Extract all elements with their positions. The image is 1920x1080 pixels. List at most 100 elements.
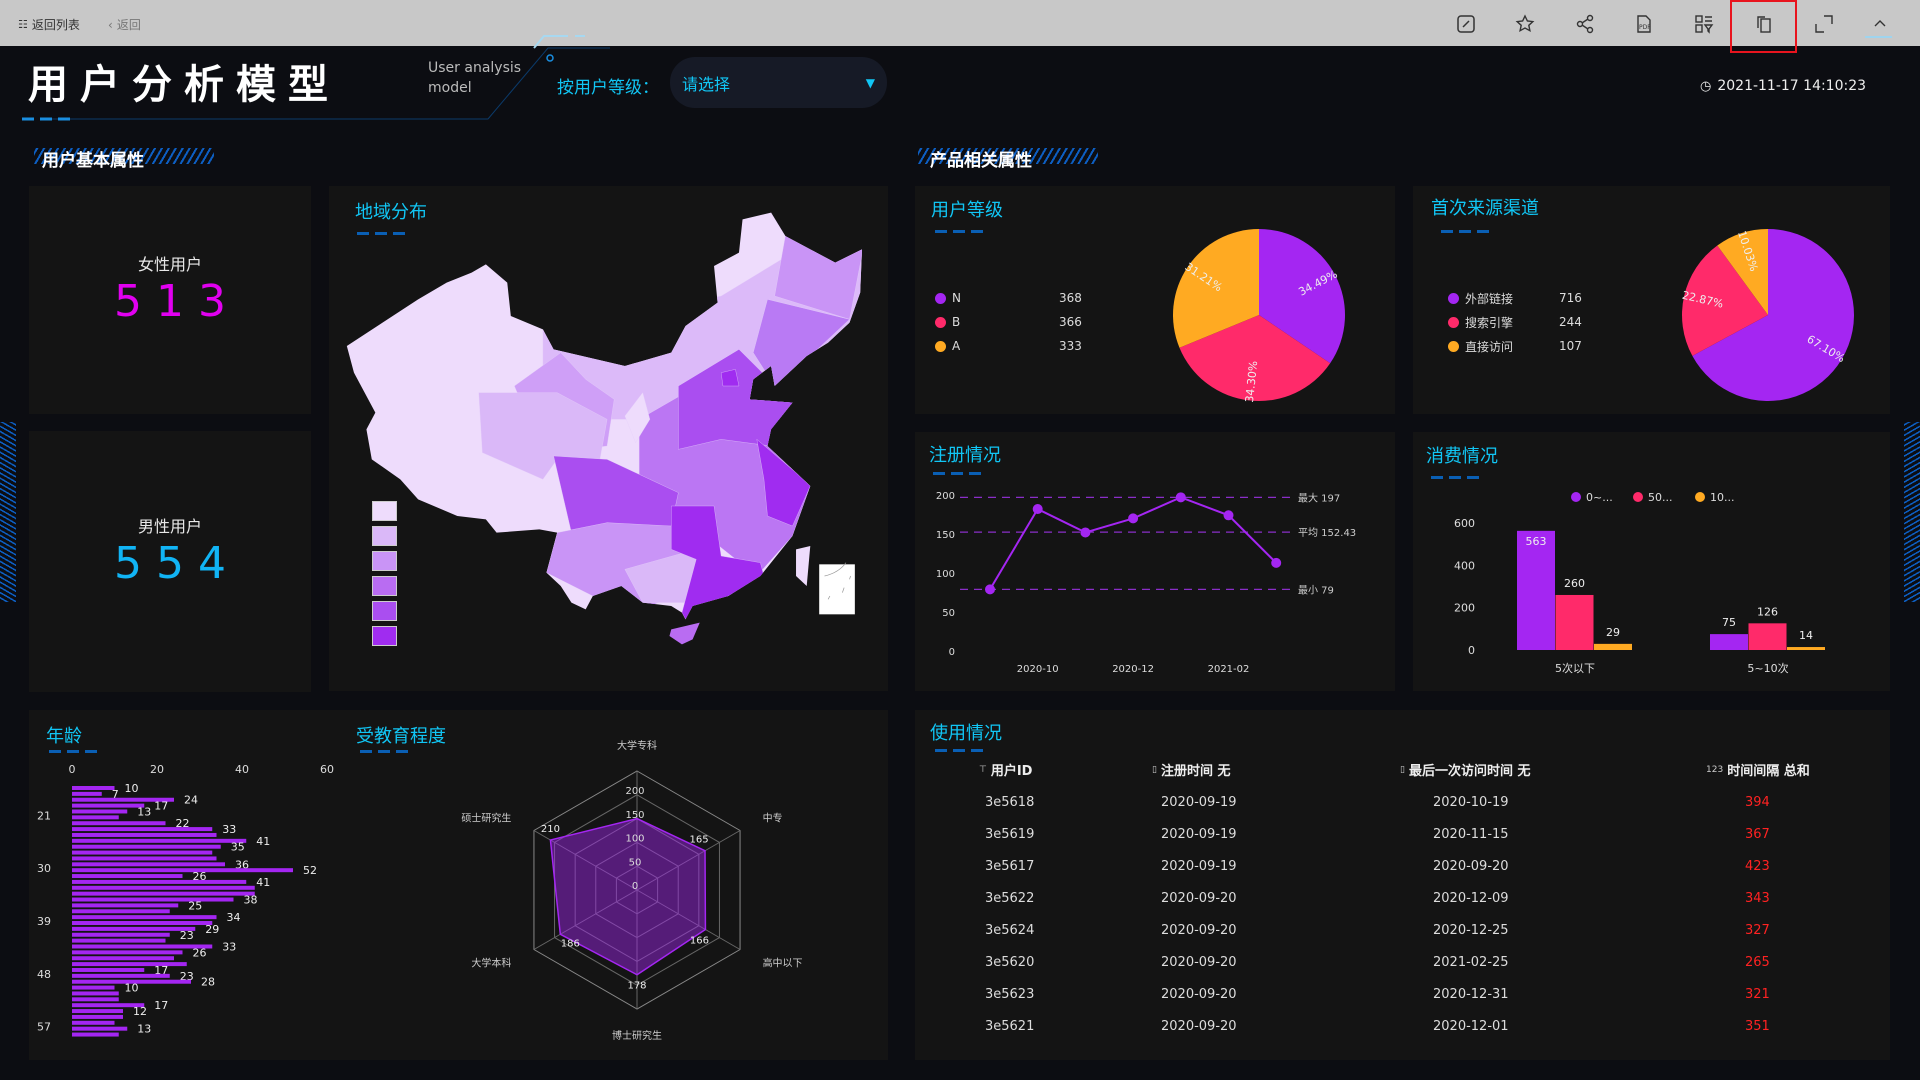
- number-icon: 123: [1706, 764, 1724, 775]
- user-level-dropdown[interactable]: 请选择 ▼: [670, 57, 887, 108]
- china-map[interactable]: [329, 186, 888, 686]
- radar-axis-label: 高中以下: [763, 957, 803, 970]
- map-legend-swatch[interactable]: [372, 501, 397, 521]
- map-legend-swatch[interactable]: [372, 576, 397, 596]
- source-channel-panel: 首次来源渠道 外部链接 716 搜索引擎 244 直接访问 107 67.10% 22.87…: [1413, 186, 1890, 414]
- table-cell: 2020-09-19: [1161, 859, 1237, 874]
- subtitle-line1: User analysis: [428, 60, 522, 76]
- markline-label: 平均 152.43: [1298, 527, 1356, 539]
- table-cell: 2020-09-19: [1161, 795, 1237, 810]
- radar-axis-label: 大学本科: [471, 957, 511, 970]
- line-point: [1175, 492, 1186, 503]
- table-row[interactable]: 3e5623 2020-09-20 2020-12-31 321: [915, 987, 1890, 1007]
- map-visual-legend[interactable]: [372, 501, 397, 651]
- table-row[interactable]: 3e5617 2020-09-19 2020-09-20 423: [915, 859, 1890, 879]
- map-region-hainan: [669, 622, 700, 645]
- registration-line-chart[interactable]: 0 50 100 150 200 最大 197 平均 152.43 最小 79 2020-10 2…: [915, 432, 1395, 691]
- table-row[interactable]: 3e5624 2020-09-20 2020-12-25 327: [915, 923, 1890, 943]
- column-header-label: 时间间隔 总和: [1727, 764, 1810, 779]
- table-cell: 367: [1745, 827, 1770, 842]
- region-map-panel: 地域分布: [329, 186, 888, 691]
- column-header-3[interactable]: 123 时间间隔 总和: [1706, 760, 1810, 779]
- y-tick-label: 0: [949, 647, 955, 658]
- bar-value-label: 29: [1606, 626, 1620, 639]
- x-tick-label: 2020-10: [1017, 664, 1059, 675]
- y-tick-label: 400: [1454, 559, 1475, 572]
- legend-dot: [1695, 492, 1705, 502]
- page-title: 用户分析模型: [28, 62, 340, 108]
- y-tick-label: 200: [1454, 602, 1475, 615]
- bar-value-label: 14: [1799, 629, 1813, 642]
- table-cell: 2020-09-20: [1161, 923, 1237, 938]
- table-row[interactable]: 3e5621 2020-09-20 2020-12-01 351: [915, 1019, 1890, 1039]
- line-point: [1032, 504, 1043, 515]
- table-cell: 2020-09-20: [1161, 1019, 1237, 1034]
- table-cell: 2020-09-20: [1161, 891, 1237, 906]
- table-cell: 265: [1745, 955, 1770, 970]
- bar: [1594, 643, 1632, 650]
- map-legend-swatch[interactable]: [372, 601, 397, 621]
- table-cell: 3e5621: [985, 1019, 1035, 1034]
- x-tick-label: 2020-12: [1112, 664, 1154, 675]
- line-point: [985, 584, 995, 595]
- radar-value-label: 210: [541, 824, 560, 835]
- table-cell: 2021-02-25: [1433, 955, 1509, 970]
- left-edge-decoration: [0, 422, 16, 602]
- radar-axis-label: 硕士研究生: [461, 812, 511, 825]
- map-legend-swatch[interactable]: [372, 526, 397, 546]
- usage-table[interactable]: ⊤ 用户ID ▯ 注册时间 无 ▯ 最后一次访问时间 无 123 时间间隔 总和 3e5618 2…: [915, 710, 1890, 1040]
- radar-value-label: 186: [561, 938, 580, 949]
- y-tick-label: 600: [1454, 517, 1475, 530]
- table-row[interactable]: 3e5622 2020-09-20 2020-12-09 343: [915, 891, 1890, 911]
- table-row[interactable]: 3e5618 2020-09-19 2020-10-19 394: [915, 795, 1890, 815]
- table-cell: 3e5620: [985, 955, 1035, 970]
- bar-value-label: 126: [1757, 605, 1778, 618]
- datetime-text: 2021-11-17 14:10:23: [1717, 78, 1867, 94]
- bar: [1787, 647, 1825, 650]
- radar-ring-label: 0: [632, 881, 638, 892]
- line-series: [989, 496, 1277, 590]
- bar-value-label: 75: [1722, 616, 1736, 629]
- y-tick-label: 150: [936, 530, 955, 541]
- column-header-label: 注册时间 无: [1160, 764, 1231, 779]
- table-row[interactable]: 3e5620 2020-09-20 2021-02-25 265: [915, 955, 1890, 975]
- calendar-icon: ▯: [1400, 764, 1405, 775]
- caret-down-icon: ▼: [865, 75, 875, 90]
- education-radar-chart[interactable]: 大学专科中专高中以下博士研究生 大学本科 硕士研究生 0 50 100 150 200 165 1…: [29, 710, 888, 1060]
- legend-dot: [1633, 492, 1643, 502]
- bar: [1748, 623, 1787, 650]
- table-cell: 2020-12-31: [1433, 987, 1509, 1002]
- table-cell: 3e5617: [985, 859, 1035, 874]
- female-users-value: 513: [114, 276, 240, 327]
- legend-label: 10...: [1710, 491, 1735, 504]
- consumption-panel: 消费情况 0 200 400 600 0~... 563 75 50... 260 126 10..…: [1413, 432, 1890, 691]
- column-header-0[interactable]: ⊤ 用户ID: [979, 760, 1032, 779]
- table-cell: 3e5624: [985, 923, 1035, 938]
- table-cell: 2020-09-19: [1161, 827, 1237, 842]
- table-cell: 2020-10-19: [1433, 795, 1509, 810]
- map-legend-swatch[interactable]: [372, 551, 397, 571]
- table-cell: 2020-09-20: [1161, 955, 1237, 970]
- map-legend-swatch[interactable]: [372, 626, 397, 646]
- filter-label: 按用户等级：: [557, 78, 659, 98]
- usage-panel: 使用情况 ⊤ 用户ID ▯ 注册时间 无 ▯ 最后一次访问时间 无 123 时间间隔 总和 3e…: [915, 710, 1890, 1060]
- bar-value-label: 260: [1564, 577, 1585, 590]
- table-cell: 327: [1745, 923, 1770, 938]
- table-cell: 423: [1745, 859, 1770, 874]
- male-users-card: 男性用户 554: [29, 431, 311, 692]
- radar-value-label: 165: [689, 835, 708, 846]
- column-header-2[interactable]: ▯ 最后一次访问时间 无: [1400, 760, 1530, 779]
- source-channel-pie[interactable]: 67.10%22.87%10.03%: [1413, 186, 1890, 414]
- subtitle-line2: model: [428, 80, 472, 96]
- legend-label: 50...: [1648, 491, 1673, 504]
- table-cell: 351: [1745, 1019, 1770, 1034]
- table-cell: 2020-09-20: [1433, 859, 1509, 874]
- column-header-1[interactable]: ▯ 注册时间 无: [1152, 760, 1230, 779]
- user-level-panel: 用户等级 N 368 B 366 A 333 34.49% 34.30% 31.21%: [915, 186, 1395, 414]
- user-level-pie[interactable]: 34.49%34.30%31.21%: [915, 186, 1395, 414]
- male-users-value: 554: [114, 538, 240, 589]
- column-header-label: 用户ID: [990, 764, 1033, 779]
- consumption-bar-chart[interactable]: 0 200 400 600 0~... 563 75 50... 260 126 10... 29 14…: [1413, 432, 1890, 691]
- table-cell: 394: [1745, 795, 1770, 810]
- table-row[interactable]: 3e5619 2020-09-19 2020-11-15 367: [915, 827, 1890, 847]
